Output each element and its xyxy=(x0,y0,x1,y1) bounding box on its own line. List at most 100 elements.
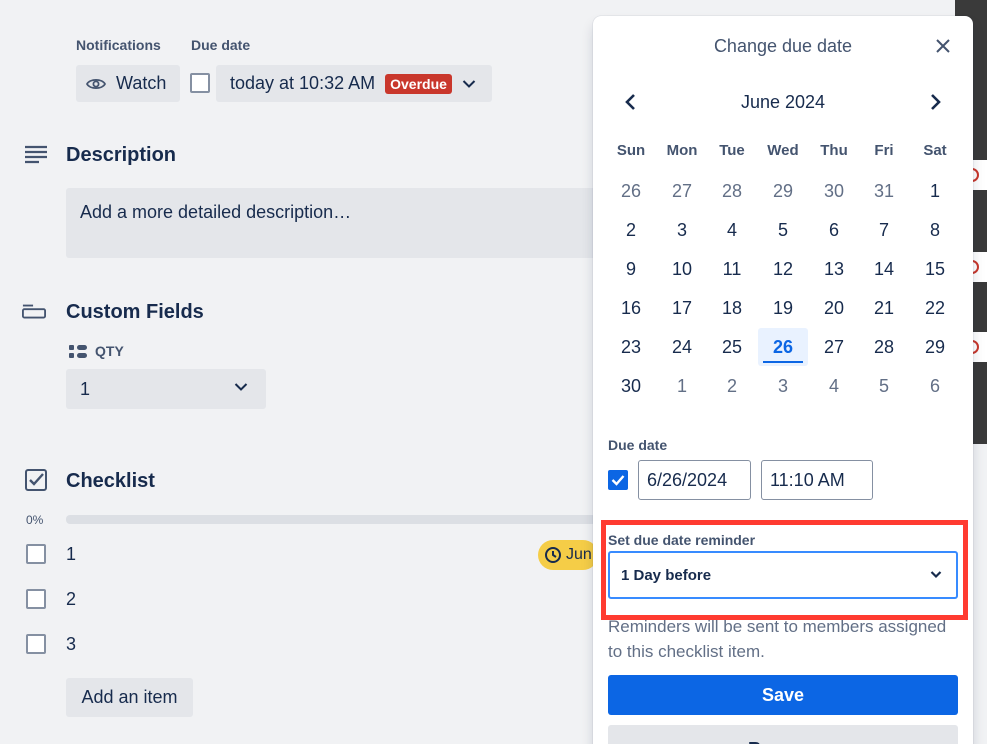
weekday-header: Thu xyxy=(820,142,848,159)
calendar-day[interactable]: 12 xyxy=(758,250,808,288)
qty-select[interactable]: 1 xyxy=(66,369,266,409)
checklist-item-label[interactable]: 1 xyxy=(66,544,76,565)
due-date-enabled-checkbox[interactable] xyxy=(608,470,628,490)
checklist-item-label[interactable]: 2 xyxy=(66,589,76,610)
calendar-day[interactable]: 31 xyxy=(859,172,909,210)
reminder-label: Set due date reminder xyxy=(608,532,756,548)
calendar-day[interactable]: 27 xyxy=(657,172,707,210)
calendar-day[interactable]: 13 xyxy=(809,250,859,288)
remove-button[interactable]: Remove xyxy=(608,725,958,744)
weekday-header: Sat xyxy=(923,142,947,159)
due-date-value: today at 10:32 AM xyxy=(230,73,376,93)
eye-icon xyxy=(86,78,106,89)
calendar-day[interactable]: 7 xyxy=(859,211,909,249)
calendar-day[interactable]: 29 xyxy=(758,172,808,210)
chevron-down-icon xyxy=(462,79,476,88)
close-icon[interactable] xyxy=(933,36,953,56)
checklist-item: 3 xyxy=(26,634,76,654)
popover-title: Change due date xyxy=(713,36,853,56)
calendar-day-selected[interactable]: 26 xyxy=(758,328,808,366)
calendar-day[interactable]: 1 xyxy=(910,172,960,210)
checklist-title: Checklist xyxy=(66,470,155,492)
calendar-day[interactable]: 20 xyxy=(809,289,859,327)
save-button[interactable]: Save xyxy=(608,675,958,715)
chevron-down-icon xyxy=(930,571,942,579)
watch-label: Watch xyxy=(116,73,167,93)
calendar-day[interactable]: 2 xyxy=(707,367,757,405)
calendar-day[interactable]: 3 xyxy=(657,211,707,249)
description-title: Description xyxy=(66,144,177,166)
checklist-progress-bar xyxy=(66,515,596,524)
due-date-label: Due date xyxy=(191,37,251,53)
description-icon xyxy=(25,145,47,164)
due-complete-checkbox[interactable] xyxy=(190,73,210,93)
qty-value: 1 xyxy=(80,378,91,399)
checklist-item-checkbox[interactable] xyxy=(26,544,46,564)
due-time-input[interactable]: 11:10 AM xyxy=(761,460,873,500)
list-field-icon xyxy=(69,345,87,358)
due-date-button[interactable]: today at 10:32 AM Overdue xyxy=(216,65,492,102)
calendar-day[interactable]: 3 xyxy=(758,367,808,405)
overdue-badge: Overdue xyxy=(385,73,452,94)
calendar-day[interactable]: 29 xyxy=(910,328,960,366)
calendar-day[interactable]: 17 xyxy=(657,289,707,327)
date-chip-label: Jun xyxy=(566,546,592,563)
custom-fields-title: Custom Fields xyxy=(66,301,204,323)
next-month-icon[interactable] xyxy=(923,90,947,114)
calendar-day[interactable]: 26 xyxy=(606,172,656,210)
calendar-day[interactable]: 27 xyxy=(809,328,859,366)
calendar-day[interactable]: 10 xyxy=(657,250,707,288)
weekday-header: Fri xyxy=(874,142,894,159)
calendar-day[interactable]: 6 xyxy=(910,367,960,405)
calendar-day[interactable]: 30 xyxy=(809,172,859,210)
calendar-day[interactable]: 5 xyxy=(758,211,808,249)
weekday-header: Wed xyxy=(767,142,799,159)
check-icon xyxy=(611,475,625,486)
weekday-header: Mon xyxy=(666,142,698,159)
calendar-day[interactable]: 5 xyxy=(859,367,909,405)
add-item-button[interactable]: Add an item xyxy=(66,678,193,717)
calendar-day[interactable]: 18 xyxy=(707,289,757,327)
checklist-icon xyxy=(25,469,47,491)
calendar-day[interactable]: 28 xyxy=(707,172,757,210)
calendar-day[interactable]: 30 xyxy=(606,367,656,405)
calendar-day[interactable]: 11 xyxy=(707,250,757,288)
due-date-input[interactable]: 6/26/2024 xyxy=(638,460,751,500)
checklist-item-date-chip[interactable]: Jun xyxy=(538,540,598,570)
clock-icon xyxy=(545,547,561,563)
qty-label: QTY xyxy=(95,343,124,359)
calendar-day[interactable]: 16 xyxy=(606,289,656,327)
calendar-day[interactable]: 9 xyxy=(606,250,656,288)
calendar-month-label: June 2024 xyxy=(740,92,826,112)
reminder-select[interactable]: 1 Day before xyxy=(608,551,958,599)
checklist-item-checkbox[interactable] xyxy=(26,589,46,609)
calendar-day[interactable]: 28 xyxy=(859,328,909,366)
calendar-day[interactable]: 24 xyxy=(657,328,707,366)
checklist-item: 2 xyxy=(26,589,76,609)
weekday-header: Sun xyxy=(616,142,646,159)
watch-button[interactable]: Watch xyxy=(76,65,180,102)
checklist-progress-label: 0% xyxy=(26,513,44,527)
calendar-day[interactable]: 1 xyxy=(657,367,707,405)
calendar-day[interactable]: 8 xyxy=(910,211,960,249)
calendar-day[interactable]: 15 xyxy=(910,250,960,288)
calendar-day[interactable]: 23 xyxy=(606,328,656,366)
calendar-day[interactable]: 2 xyxy=(606,211,656,249)
custom-fields-icon xyxy=(22,304,46,319)
checklist-item-checkbox[interactable] xyxy=(26,634,46,654)
calendar-day[interactable]: 4 xyxy=(809,367,859,405)
description-input[interactable]: Add a more detailed description… xyxy=(66,188,596,258)
checklist-item: 1 xyxy=(26,544,76,564)
notifications-label: Notifications xyxy=(76,37,161,53)
calendar-day[interactable]: 22 xyxy=(910,289,960,327)
due-date-field-label: Due date xyxy=(608,437,668,453)
calendar-day[interactable]: 6 xyxy=(809,211,859,249)
calendar-day[interactable]: 19 xyxy=(758,289,808,327)
calendar-day[interactable]: 21 xyxy=(859,289,909,327)
calendar-day[interactable]: 25 xyxy=(707,328,757,366)
calendar-day[interactable]: 4 xyxy=(707,211,757,249)
change-due-date-popover: Change due date June 2024 Sun Mon Tue Wed Th… xyxy=(593,16,973,744)
chevron-down-icon xyxy=(234,383,248,391)
calendar-day[interactable]: 14 xyxy=(859,250,909,288)
checklist-item-label[interactable]: 3 xyxy=(66,634,76,655)
